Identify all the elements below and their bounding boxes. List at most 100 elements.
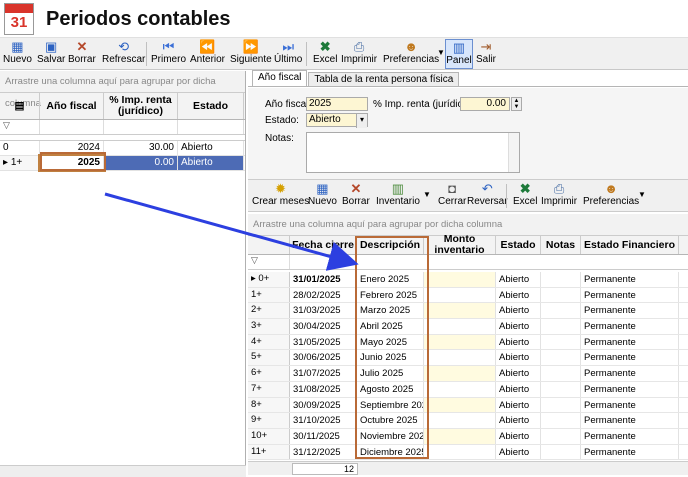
toolbar-separator — [306, 42, 307, 66]
cell-estado: Abierto — [496, 303, 541, 319]
cell-fin: Permanente — [581, 334, 679, 350]
cell-empty — [541, 272, 581, 287]
excel-period-button[interactable]: ✖ Excel — [513, 181, 537, 211]
cerrar-button[interactable]: ◘ Cerrar — [438, 181, 466, 211]
col-header-estado[interactable]: Estado — [496, 236, 541, 254]
cell-empty — [424, 319, 496, 334]
cell-estado: Abierto — [496, 397, 541, 413]
cell-empty — [541, 319, 581, 334]
cell-empty — [424, 413, 496, 428]
refrescar-button[interactable]: ⟲ Refrescar — [102, 39, 145, 69]
cell-empty — [424, 303, 496, 319]
table-row[interactable]: 5+ 30/06/2025 Junio 2025 Abierto Permanente — [248, 350, 688, 367]
col-header-pct[interactable]: % Imp. renta (jurídico) — [104, 93, 178, 119]
pct-spinner[interactable]: ▲ ▼ — [511, 97, 522, 111]
filter-row[interactable]: ▽ — [0, 120, 245, 135]
grid-menu-icon[interactable]: ▤ — [0, 93, 40, 119]
pct-label: % Imp. renta (jurídico): — [373, 99, 475, 110]
cell-date: 31/12/2025 — [290, 444, 357, 460]
table-row[interactable]: 9+ 31/10/2025 Octubre 2025 Abierto Permanent… — [248, 413, 688, 429]
col-header-notas[interactable]: Notas — [541, 236, 581, 254]
user-preferences-icon: ☻ — [604, 181, 618, 196]
cell-estado: Abierto — [496, 319, 541, 334]
state-select[interactable]: Abierto ▾ — [306, 113, 368, 128]
table-row-selected[interactable]: ▸ 1+ 2025 0.00 Abierto — [0, 154, 245, 172]
table-row[interactable]: 7+ 31/08/2025 Agosto 2025 Abierto Permanente — [248, 381, 688, 398]
excel-icon: ✖ — [519, 181, 531, 196]
grid-menu-icon[interactable] — [248, 236, 290, 254]
cell-date: 31/08/2025 — [290, 381, 357, 397]
group-hint: Arrastre una columna aquí para agrupar p… — [0, 71, 245, 109]
calendar-icon-number: 31 — [10, 14, 28, 31]
excel-button[interactable]: ✖ Excel — [313, 39, 337, 69]
refresh-icon: ⟲ — [118, 39, 130, 54]
anterior-button[interactable]: ⏪ Anterior — [190, 39, 225, 69]
table-row[interactable]: 0 2024 30.00 Abierto — [0, 141, 245, 156]
table-row[interactable]: 10+ 30/11/2025 Noviembre 2025 Abierto Perman… — [248, 428, 688, 445]
cell-desc: Diciembre 2025 — [357, 444, 424, 460]
horizontal-scrollbar[interactable] — [0, 465, 246, 477]
cell-estado: Abierto — [496, 444, 541, 460]
year-field[interactable]: 2025 — [306, 97, 368, 111]
ultimo-button[interactable]: ⏭ Último — [274, 39, 302, 69]
col-header-monto[interactable]: Monto inventario — [424, 234, 496, 256]
tab-fiscal-year[interactable]: Año fiscal — [252, 70, 308, 86]
cell-empty — [541, 444, 581, 460]
row-count: 12 — [292, 463, 358, 475]
siguiente-button[interactable]: ⏩ Siguiente — [230, 39, 272, 69]
borrar-period-button[interactable]: ✕ Borrar — [342, 181, 370, 211]
cell-estado: Abierto — [496, 428, 541, 444]
exit-icon: ⇥ — [480, 39, 492, 54]
imprimir-period-button[interactable]: ⎙ Imprimir — [541, 181, 577, 211]
year-cell-editing[interactable]: 2025 — [38, 154, 106, 172]
cell-empty — [424, 366, 496, 381]
next-icon: ⏩ — [242, 39, 259, 54]
filter-row[interactable]: ▽ — [248, 255, 688, 270]
crear-meses-button[interactable]: ✹ Crear meses — [252, 181, 309, 211]
preferencias-button[interactable]: ☻ Preferencias — [383, 39, 439, 69]
cell-date: 30/09/2025 — [290, 397, 357, 413]
table-row[interactable]: 6+ 31/07/2025 Julio 2025 Abierto Permanente — [248, 366, 688, 382]
pct-field[interactable]: 0.00 — [460, 97, 510, 111]
cell-empty — [541, 397, 581, 413]
notes-scrollbar[interactable] — [508, 133, 519, 172]
table-row[interactable]: 8+30/09/2025Septiembre 2025 Abierto Perman… — [248, 397, 688, 414]
delete-icon: ✕ — [350, 181, 362, 196]
cell-fin: Permanente — [581, 350, 679, 366]
salir-button[interactable]: ⇥ Salir — [476, 39, 496, 69]
panel-button[interactable]: ▥ Panel — [445, 39, 473, 69]
gear-icon: ✹ — [275, 181, 287, 196]
primero-button[interactable]: ⏮ Primero — [151, 39, 186, 69]
inventario-button[interactable]: ▥ Inventario — [376, 181, 420, 211]
table-row[interactable]: ▸ 0+ 31/01/2025 Enero 2025 Abierto Permanent… — [248, 272, 688, 288]
table-row[interactable]: 1+ 28/02/2025 Febrero 2025 Abierto Permanent… — [248, 287, 688, 304]
table-row[interactable]: 2+ 31/03/2025 Marzo 2025 Abierto Permanente — [248, 303, 688, 320]
page-title: Periodos contables — [46, 8, 231, 30]
col-header-cierre[interactable]: Fecha cierre — [290, 236, 357, 254]
cell-date: 31/05/2025 — [290, 334, 357, 350]
row-indicator: 7+ — [248, 381, 290, 397]
cell-desc: Septiembre 2025 — [357, 397, 424, 413]
salvar-button[interactable]: ▣ Salvar — [37, 39, 65, 69]
cell-estado: Abierto — [496, 334, 541, 350]
toolbar-separator — [506, 184, 507, 208]
col-header-state[interactable]: Estado — [178, 93, 244, 119]
table-row[interactable]: 4+ 31/05/2025 Mayo 2025 Abierto Permanente — [248, 334, 688, 351]
cell-fin: Permanente — [581, 428, 679, 444]
borrar-button[interactable]: ✕ Borrar — [68, 39, 96, 69]
col-header-estado-financiero[interactable]: Estado Financiero — [581, 236, 679, 254]
nuevo-period-button[interactable]: ▦ Nuevo — [308, 181, 337, 211]
notes-field[interactable] — [306, 132, 520, 173]
table-row[interactable]: 3+ 30/04/2025 Abril 2025 Abierto Permanente — [248, 319, 688, 335]
imprimir-button[interactable]: ⎙ Imprimir — [341, 39, 377, 69]
delete-icon: ✕ — [76, 39, 88, 54]
preferencias-period-button[interactable]: ☻ Preferencias — [583, 181, 639, 211]
new-icon: ▦ — [316, 181, 329, 196]
col-header-descripcion[interactable]: Descripción — [357, 236, 424, 254]
tab-income-table[interactable]: Tabla de la renta persona física — [308, 72, 460, 86]
nuevo-button[interactable]: ▦ Nuevo — [3, 39, 32, 69]
col-header-year[interactable]: Año fiscal — [40, 93, 104, 119]
row-indicator: 5+ — [248, 350, 290, 366]
reversar-button[interactable]: ↶ Reversar — [467, 181, 508, 211]
table-row[interactable]: 11+ 31/12/2025 Diciembre 2025 Abierto Perman… — [248, 444, 688, 461]
